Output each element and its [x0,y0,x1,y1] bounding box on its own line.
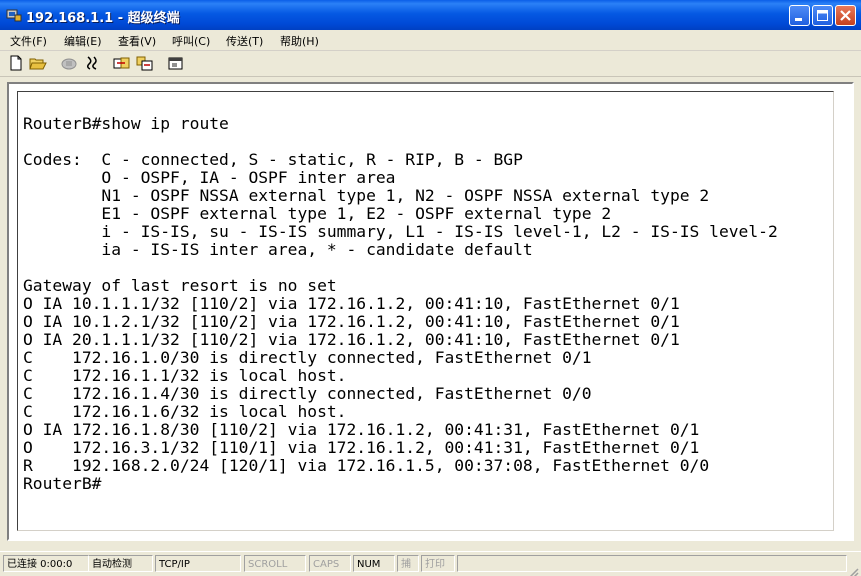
terminal-line: C 172.16.1.0/30 is directly connected, F… [23,348,592,367]
send-button[interactable] [113,55,131,71]
terminal-line: E1 - OSPF external type 1, E2 - OSPF ext… [23,204,612,223]
menu-call[interactable]: 呼叫(C) [172,33,210,49]
status-num: NUM [353,555,395,572]
call-icon [61,58,77,70]
terminal-screen[interactable]: RouterB#show ip route Codes: C - connecte… [17,91,834,531]
resize-grip-icon[interactable] [847,563,859,576]
terminal-line: RouterB#show ip route [23,114,229,133]
status-detect: 自动检测 [89,555,153,572]
terminal-line: O IA 10.1.1.1/32 [110/2] via 172.16.1.2,… [23,294,680,313]
minimize-button[interactable] [789,5,810,26]
toolbar [0,51,861,77]
minimize-icon [795,18,802,21]
menu-file[interactable]: 文件(F) [10,33,47,49]
terminal-line: O IA 20.1.1.1/32 [110/2] via 172.16.1.2,… [23,330,680,349]
terminal-line: C 172.16.1.1/32 is local host. [23,366,347,385]
menu-view[interactable]: 查看(V) [118,33,156,49]
status-protocol: TCP/IP [155,555,241,572]
close-button[interactable] [835,5,856,26]
terminal-line: R 192.168.2.0/24 [120/1] via 172.16.1.5,… [23,456,710,475]
status-caps: CAPS [309,555,351,572]
maximize-icon [817,10,828,21]
receive-button[interactable] [136,55,154,71]
window-title: 192.168.1.1 - 超级终端 [26,11,180,26]
menu-bar: 文件(F) 编辑(E) 查看(V) 呼叫(C) 传送(T) 帮助(H) [0,30,861,51]
properties-button[interactable] [167,55,185,71]
status-connected: 已连接 0:00:0 [3,555,89,572]
new-connection-button[interactable] [8,55,26,71]
new-connection-icon [10,55,22,71]
disconnect-button[interactable] [84,55,102,71]
terminal-line: i - IS-IS, su - IS-IS summary, L1 - IS-I… [23,222,778,241]
terminal-line: O IA 172.16.1.8/30 [110/2] via 172.16.1.… [23,420,700,439]
open-icon [29,58,47,70]
terminal-frame: RouterB#show ip route Codes: C - connecte… [7,82,854,541]
terminal-line: N1 - OSPF NSSA external type 1, N2 - OSP… [23,186,710,205]
maximize-button[interactable] [812,5,833,26]
terminal-line: C 172.16.1.4/30 is directly connected, F… [23,384,592,403]
title-bar[interactable]: 192.168.1.1 - 超级终端 [0,0,861,30]
terminal-line: O 172.16.3.1/32 [110/1] via 172.16.1.2, … [23,438,700,457]
status-bar: 已连接 0:00:0 自动检测 TCP/IP SCROLL CAPS NUM 捕… [0,551,861,576]
terminal-line: O IA 10.1.2.1/32 [110/2] via 172.16.1.2,… [23,312,680,331]
disconnect-icon [86,56,97,70]
properties-icon [168,57,183,70]
menu-help[interactable]: 帮助(H) [280,33,319,49]
open-button[interactable] [29,55,47,71]
send-icon [113,57,130,69]
terminal-line: Gateway of last resort is no set [23,276,337,295]
close-icon [840,10,851,21]
terminal-line: ia - IS-IS inter area, * - candidate def… [23,240,533,259]
status-capture: 捕 [397,555,419,572]
terminal-line: C 172.16.1.6/32 is local host. [23,402,347,421]
hyperterminal-window: 192.168.1.1 - 超级终端 文件(F) 编辑(E) 查看(V) 呼叫(… [0,0,861,576]
terminal-line: RouterB# [23,474,102,493]
receive-icon [136,56,153,71]
call-button[interactable] [60,55,78,71]
menu-transfer[interactable]: 传送(T) [226,33,263,49]
menu-edit[interactable]: 编辑(E) [64,33,102,49]
status-empty [457,555,847,572]
terminal-line: Codes: C - connected, S - static, R - RI… [23,150,523,169]
terminal-line: O - OSPF, IA - OSPF inter area [23,168,396,187]
status-print: 打印 [421,555,455,572]
status-scroll: SCROLL [244,555,306,572]
hyperterminal-app-icon[interactable] [6,7,22,23]
